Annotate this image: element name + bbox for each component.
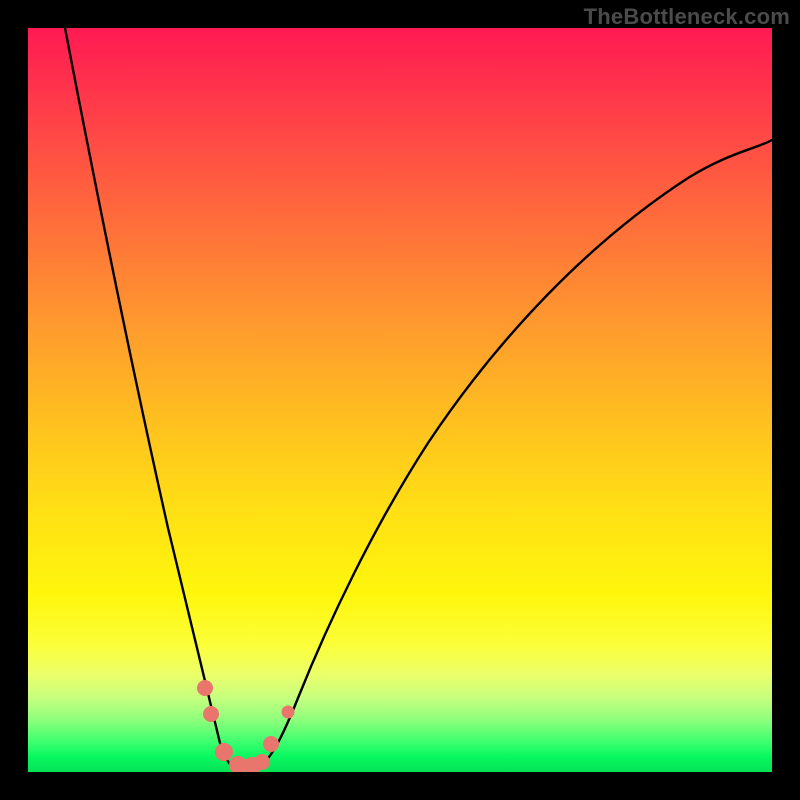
bottleneck-curve-left <box>65 28 242 770</box>
data-marker <box>263 736 279 752</box>
data-marker <box>203 706 219 722</box>
curve-layer <box>28 28 772 772</box>
plot-area <box>28 28 772 772</box>
marker-cluster <box>197 680 295 772</box>
chart-frame: TheBottleneck.com <box>0 0 800 800</box>
data-marker <box>282 706 295 719</box>
data-marker <box>197 680 213 696</box>
watermark-text: TheBottleneck.com <box>584 4 790 30</box>
data-marker <box>215 743 233 761</box>
bottleneck-curve-right <box>250 140 772 770</box>
data-marker <box>254 754 270 770</box>
